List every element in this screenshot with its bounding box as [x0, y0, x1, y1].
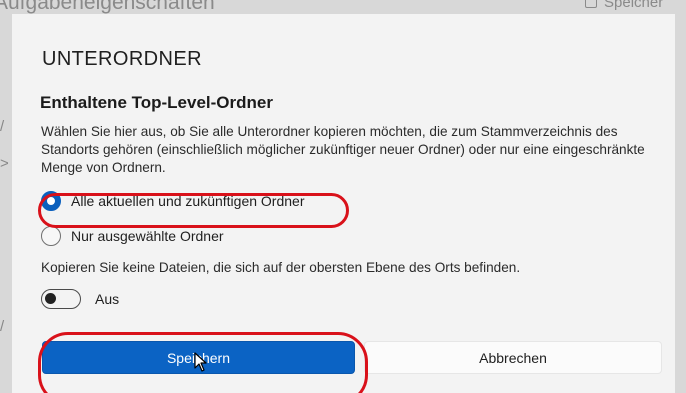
files-info-text: Kopieren Sie keine Dateien, die sich auf…	[41, 260, 521, 275]
copy-files-toggle-row[interactable]: Aus	[41, 289, 119, 309]
radio-selected-folders[interactable]: Nur ausgewählte Ordner	[41, 226, 224, 246]
toggle-state-label: Aus	[95, 291, 120, 307]
section-heading: Enthaltene Top-Level-Ordner	[40, 93, 273, 112]
cancel-button-label: Abbrechen	[479, 349, 547, 366]
background-page-title: Aufgabeneigenschaften	[0, 0, 215, 14]
radio-all-folders-label: Alle aktuellen und zukünftigen Ordner	[71, 193, 305, 209]
background-edge-mark: /	[0, 318, 5, 335]
background-edge-mark: >	[0, 155, 9, 172]
cancel-button[interactable]: Abbrechen	[364, 341, 662, 374]
background-save-label: Speicher	[604, 0, 664, 11]
dialog-title: UNTERORDNER	[42, 48, 202, 70]
radio-all-folders[interactable]: Alle aktuellen und zukünftigen Ordner	[41, 191, 304, 211]
radio-unselected-icon[interactable]	[41, 226, 61, 246]
radio-selected-folders-label: Nur ausgewählte Ordner	[71, 228, 224, 244]
radio-selected-icon[interactable]	[41, 191, 61, 211]
copy-files-toggle[interactable]	[41, 289, 81, 309]
section-description: Wählen Sie hier aus, ob Sie alle Unteror…	[41, 124, 645, 175]
mouse-pointer-icon	[194, 352, 207, 372]
save-icon	[585, 0, 597, 8]
subfolder-dialog: UNTERORDNER Enthaltene Top-Level-Ordner …	[12, 14, 675, 393]
toggle-knob	[45, 293, 56, 304]
background-save-button[interactable]: Speicher	[585, 0, 663, 11]
background-edge-mark: /	[0, 118, 5, 135]
